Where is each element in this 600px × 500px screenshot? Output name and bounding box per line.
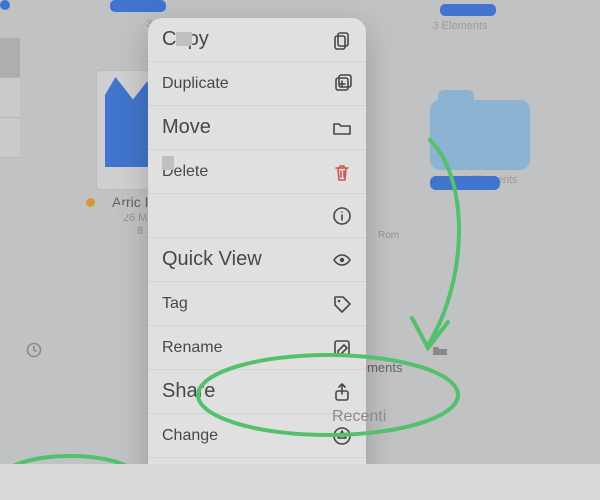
folder-icon [430,100,530,170]
menu-item-info[interactable] [148,194,366,238]
menu-item-move[interactable]: Move [148,106,366,150]
menu-item-label: Duplicate [162,75,229,93]
menu-item-tag[interactable]: Tag [148,282,366,326]
sidebar-fragment [0,38,20,158]
redaction-scribble [430,176,500,190]
trash-icon [332,162,352,182]
folder-icon [432,342,600,492]
menu-item-duplicate[interactable]: Duplicate [148,62,366,106]
eye-icon [332,250,352,270]
menu-item-delete[interactable]: Delete [148,150,366,194]
tab-recents[interactable]: Recenti [26,342,386,492]
menu-item-label: Tag [162,295,188,313]
info-icon [332,206,352,226]
grid-item[interactable]: 3 Elements [400,4,520,33]
menu-item-quickview[interactable]: Quick View [148,238,366,282]
tag-icon [332,294,352,314]
copy-icon [332,30,352,50]
screen: { "grid": { "item_top_left_meta": "3 el"… [0,0,600,500]
item-meta: 3 Elements [400,20,520,33]
grid-item-folder[interactable]: 6 Elements [430,100,550,187]
tab-label: Recenti [332,408,386,426]
clock-icon [26,342,326,492]
menu-item-label: Quick View [162,248,262,271]
redaction [162,156,174,170]
tag-dot-blue [0,0,20,10]
tab-browse[interactable]: Browse [432,342,600,492]
tag-dot-orange [86,198,95,207]
folder-icon [332,118,352,138]
small-label: Rom [378,230,399,241]
duplicate-icon [332,74,352,94]
redaction [117,205,127,217]
redaction [176,32,192,46]
menu-item-label: Move [162,116,211,139]
